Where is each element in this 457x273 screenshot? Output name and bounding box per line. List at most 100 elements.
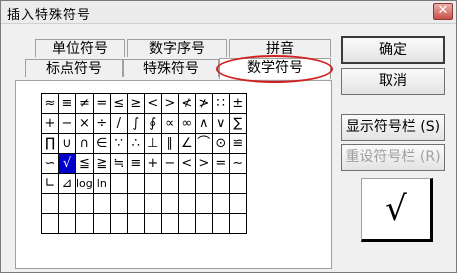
symbol-cell[interactable]: ≦: [75, 153, 94, 174]
symbol-cell[interactable]: ∫: [126, 113, 145, 134]
symbol-cell[interactable]: ∞: [177, 113, 196, 134]
symbol-cell[interactable]: ≌: [228, 133, 247, 154]
reset-symbol-bar-button: 重设符号栏 (R): [341, 144, 445, 171]
close-button[interactable]: ✕: [433, 3, 453, 20]
symbol-cell[interactable]: +: [143, 153, 162, 174]
tab-label: 特殊符号: [143, 61, 199, 77]
symbol-cell[interactable]: [211, 173, 230, 194]
symbol-cell[interactable]: [160, 193, 179, 214]
symbol-cell[interactable]: ∝: [160, 113, 179, 134]
symbol-cell[interactable]: −: [58, 113, 76, 134]
symbol-cell[interactable]: [92, 193, 111, 214]
symbol-cell[interactable]: [228, 213, 247, 234]
symbol-cell[interactable]: log: [75, 173, 94, 194]
symbol-row: ∏ ∪ ∩ ∈ ∵ ∴ ⊥ ∥ ∠ ⌒ ⊙ ≌: [41, 133, 247, 154]
symbol-cell[interactable]: ≯: [194, 93, 213, 114]
symbol-cell[interactable]: ∏: [41, 133, 59, 154]
symbol-cell[interactable]: ≈: [41, 93, 59, 114]
symbol-cell[interactable]: [126, 213, 145, 234]
symbol-cell[interactable]: √: [58, 153, 76, 174]
symbol-cell[interactable]: ∧: [194, 113, 213, 134]
symbol-cell[interactable]: ∈: [92, 133, 111, 154]
tab-pinyin[interactable]: 拼音: [229, 39, 331, 57]
symbol-cell[interactable]: [194, 193, 213, 214]
symbol-cell[interactable]: ∟: [41, 173, 59, 194]
tab-unit-symbols[interactable]: 单位符号: [35, 39, 125, 57]
symbol-cell[interactable]: [177, 193, 196, 214]
insert-special-symbol-dialog: 插入特殊符号 ✕ 单位符号 数字序号 拼音 标点符号 特殊符号 数学符号 ≈ ≡ ≠…: [0, 0, 457, 273]
symbol-cell[interactable]: ≥: [126, 93, 145, 114]
symbol-cell[interactable]: >: [194, 153, 213, 174]
symbol-cell[interactable]: ∠: [177, 133, 196, 154]
symbol-cell[interactable]: [194, 173, 213, 194]
symbol-cell[interactable]: ⊿: [58, 173, 76, 194]
symbol-cell[interactable]: ≮: [177, 93, 196, 114]
symbol-cell[interactable]: [75, 213, 94, 234]
symbol-cell[interactable]: [109, 213, 128, 234]
ok-button[interactable]: 确定: [341, 36, 445, 64]
symbol-cell[interactable]: ∮: [143, 113, 162, 134]
symbol-cell[interactable]: [194, 213, 213, 234]
symbol-cell[interactable]: ⊙: [211, 133, 230, 154]
symbol-cell[interactable]: =: [211, 153, 230, 174]
symbol-cell[interactable]: ∷: [211, 93, 230, 114]
symbol-cell[interactable]: [177, 213, 196, 234]
symbol-cell[interactable]: [228, 173, 247, 194]
symbol-cell[interactable]: ∪: [58, 133, 76, 154]
title-bar[interactable]: 插入特殊符号 ✕: [1, 1, 456, 24]
symbol-cell[interactable]: [58, 213, 76, 234]
symbol-cell[interactable]: ∵: [109, 133, 128, 154]
symbol-cell[interactable]: [109, 193, 128, 214]
symbol-cell[interactable]: /: [109, 113, 128, 134]
symbol-cell[interactable]: [109, 173, 128, 194]
symbol-cell[interactable]: [160, 173, 179, 194]
symbol-cell[interactable]: [143, 193, 162, 214]
symbol-cell[interactable]: +: [41, 113, 59, 134]
symbol-cell[interactable]: ∴: [126, 133, 145, 154]
tab-math-symbols[interactable]: 数学符号: [219, 58, 331, 79]
symbol-cell[interactable]: ln: [92, 173, 111, 194]
symbol-cell[interactable]: [143, 213, 162, 234]
tab-special-symbols[interactable]: 特殊符号: [123, 59, 219, 77]
symbol-cell[interactable]: <: [177, 153, 196, 174]
symbol-cell[interactable]: −: [160, 153, 179, 174]
symbol-cell[interactable]: <: [143, 93, 162, 114]
symbol-cell[interactable]: ÷: [92, 113, 111, 134]
symbol-cell[interactable]: ±: [228, 93, 247, 114]
symbol-cell[interactable]: ≡: [126, 153, 145, 174]
symbol-cell[interactable]: [41, 193, 59, 214]
tab-punctuation[interactable]: 标点符号: [25, 59, 123, 77]
symbol-cell[interactable]: [41, 213, 59, 234]
symbol-cell[interactable]: =: [92, 93, 111, 114]
symbol-cell[interactable]: [126, 173, 145, 194]
symbol-cell[interactable]: ≒: [109, 153, 128, 174]
symbol-cell[interactable]: [58, 193, 76, 214]
symbol-cell[interactable]: ∑: [228, 113, 247, 134]
symbol-cell[interactable]: [75, 193, 94, 214]
symbol-cell[interactable]: [92, 213, 111, 234]
symbol-cell[interactable]: ≤: [109, 93, 128, 114]
symbol-cell[interactable]: ⊥: [143, 133, 162, 154]
symbol-cell[interactable]: [126, 193, 145, 214]
symbol-cell[interactable]: ∨: [211, 113, 230, 134]
symbol-cell[interactable]: [211, 213, 230, 234]
symbol-cell[interactable]: [160, 213, 179, 234]
cancel-button[interactable]: 取消: [341, 68, 445, 95]
show-symbol-bar-button[interactable]: 显示符号栏 (S): [341, 114, 445, 141]
symbol-cell[interactable]: [228, 193, 247, 214]
symbol-cell[interactable]: [177, 173, 196, 194]
symbol-cell[interactable]: ≠: [75, 93, 94, 114]
symbol-cell[interactable]: ≡: [58, 93, 76, 114]
symbol-cell[interactable]: ∥: [160, 133, 179, 154]
symbol-cell[interactable]: ∩: [75, 133, 94, 154]
symbol-cell[interactable]: ×: [75, 113, 94, 134]
symbol-cell[interactable]: >: [160, 93, 179, 114]
symbol-cell[interactable]: ⌒: [194, 133, 213, 154]
preview-symbol: √: [385, 189, 407, 229]
symbol-cell[interactable]: ∼: [228, 153, 247, 174]
symbol-cell[interactable]: [143, 173, 162, 194]
tab-number-sequence[interactable]: 数字序号: [127, 39, 227, 57]
symbol-cell[interactable]: ≧: [92, 153, 111, 174]
symbol-cell[interactable]: ∽: [41, 153, 59, 174]
symbol-cell[interactable]: [211, 193, 230, 214]
